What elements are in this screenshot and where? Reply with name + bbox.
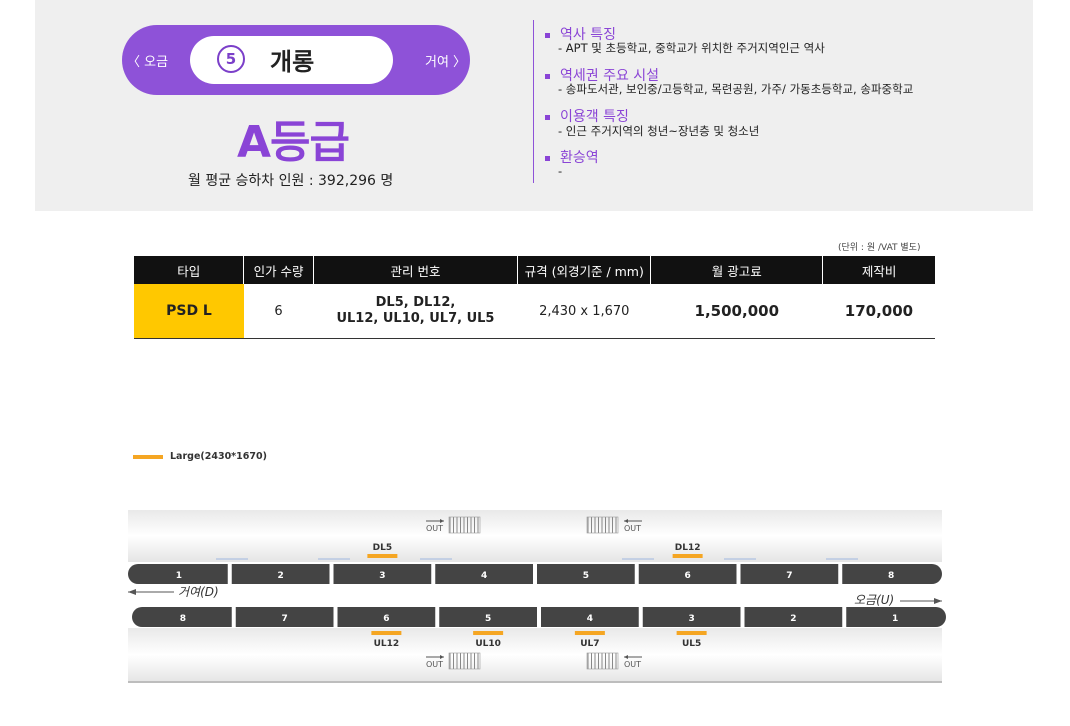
car-number-top: 4 [481, 571, 487, 581]
header-mgmt-number: 관리 번호 [312, 256, 518, 284]
next-station-link[interactable]: 거여 〉 [425, 51, 466, 70]
car-gap [740, 607, 745, 627]
car-gap [638, 607, 643, 627]
ad-spec-table: 타입 인가 수량 관리 번호 규격 (외경기준 / mm) 월 광고료 제작비 … [134, 256, 935, 339]
platform-diagram: 1 2 3 4 5 6 7 8 거여(D) 오금(U) 8 7 6 5 4 3 2 1 DL5 DL12 UL1… [128, 510, 946, 683]
car-number-top: 5 [583, 571, 589, 581]
bullet-icon [545, 155, 550, 161]
legend-label: Large(2430*1670) [170, 451, 267, 462]
platform-edge [128, 681, 942, 683]
line-number-badge: 5 [217, 45, 245, 73]
ad-label-bottom: UL5 [682, 639, 701, 649]
header-type: 타입 [134, 256, 244, 284]
ad-marker-bottom [371, 631, 402, 635]
table-row: PSD L 6 DL5, DL12, UL12, UL10, UL7, UL5 … [134, 284, 935, 339]
car-gap [333, 607, 338, 627]
mgmt-line-2: UL12, UL10, UL7, UL5 [336, 311, 495, 326]
car-number-bottom: 5 [485, 614, 491, 624]
bullet-icon [545, 32, 550, 38]
ridership-value: 392,296 명 [318, 173, 394, 189]
feature-desc-1: - 송파도서관, 보인중/고등학교, 목련공원, 가주/ 가동초등학교, 송파중… [558, 82, 914, 96]
car-gap [842, 607, 847, 627]
car-number-bottom: 7 [281, 614, 287, 624]
direction-left-label: 거여(D) [178, 585, 219, 599]
car-gap [838, 564, 843, 584]
car-gap [736, 564, 741, 584]
bullet-icon [545, 114, 550, 120]
car-gap [634, 564, 639, 584]
exit-label: OUT [624, 660, 641, 669]
cell-type: PSD L [134, 284, 244, 339]
ad-marker-bottom [676, 631, 707, 635]
feature-desc-0: - APT 및 초등학교, 중학교가 위치한 주거지역인근 역사 [558, 41, 825, 55]
car-gap [537, 607, 541, 627]
unit-note: (단위 : 원 /VAT 별도) [838, 243, 921, 253]
car-number-bottom: 8 [180, 614, 186, 624]
mgmt-line-1: DL5, DL12, [375, 295, 456, 310]
ad-label-top: DL5 [373, 543, 392, 553]
car-number-bottom: 2 [790, 614, 796, 624]
car-number-bottom: 3 [688, 614, 694, 624]
bottom-platform-wall [128, 628, 942, 682]
cell-mgmt-number: DL5, DL12, UL12, UL10, UL7, UL5 [313, 284, 518, 339]
car-number-top: 2 [277, 571, 283, 581]
feature-title-3: 환승역 [545, 147, 599, 167]
ad-label-bottom: UL7 [580, 639, 599, 649]
legend-swatch [133, 455, 163, 459]
station-grade: A등급 [237, 117, 350, 168]
direction-right-arrow: 오금(U) [854, 593, 942, 607]
header-monthly-fee: 월 광고료 [650, 256, 823, 284]
train-top: 1 2 3 4 5 6 7 8 [128, 564, 942, 584]
car-number-bottom: 4 [587, 614, 593, 624]
exit-label: OUT [426, 524, 443, 533]
cell-size: 2,430 x 1,670 [517, 284, 651, 339]
feature-desc-3: - [558, 164, 563, 178]
ridership-text: 월 평균 승하차 인원 : 392,296 명 [188, 170, 393, 190]
car-gap [231, 607, 236, 627]
ad-label-bottom: UL12 [374, 639, 400, 649]
feature-desc-2: - 인근 주거지역의 청년~장년층 및 청소년 [558, 124, 760, 138]
car-gap [431, 564, 436, 584]
ad-label-bottom: UL10 [475, 639, 501, 649]
car-gap [435, 607, 440, 627]
table-header-row: 타입 인가 수량 관리 번호 규격 (외경기준 / mm) 월 광고료 제작비 [134, 256, 935, 284]
car-number-top: 8 [888, 571, 894, 581]
car-number-top: 3 [379, 571, 385, 581]
header-quantity: 인가 수량 [243, 256, 314, 284]
ad-marker-top [672, 554, 703, 558]
car-number-bottom: 1 [892, 614, 898, 624]
station-name: 개롱 [270, 48, 315, 76]
car-number-top: 7 [786, 571, 792, 581]
top-platform-wall [128, 510, 942, 562]
direction-right-label: 오금(U) [854, 593, 894, 607]
exit-label: OUT [624, 524, 641, 533]
direction-left-arrow: 거여(D) [128, 585, 219, 599]
car-number-top: 6 [684, 571, 690, 581]
train-bottom: 8 7 6 5 4 3 2 1 [132, 607, 946, 627]
cell-production-fee: 170,000 [822, 284, 935, 339]
header-size: 규격 (외경기준 / mm) [517, 256, 651, 284]
ad-marker-bottom [473, 631, 504, 635]
vertical-divider [533, 20, 534, 183]
bullet-icon [545, 73, 550, 79]
header-production-fee: 제작비 [822, 256, 935, 284]
car-gap [329, 564, 334, 584]
ad-label-top: DL12 [675, 543, 701, 553]
car-gap [227, 564, 232, 584]
ad-marker-top [367, 554, 398, 558]
ad-marker-bottom [574, 631, 605, 635]
car-number-top: 1 [176, 571, 182, 581]
prev-station-link[interactable]: 〈 오금 [127, 51, 168, 70]
exit-label: OUT [426, 660, 443, 669]
cell-quantity: 6 [243, 284, 314, 339]
ridership-label: 월 평균 승하차 인원 : [188, 173, 314, 189]
car-number-bottom: 6 [383, 614, 389, 624]
car-gap [533, 564, 537, 584]
cell-monthly-fee: 1,500,000 [650, 284, 823, 339]
